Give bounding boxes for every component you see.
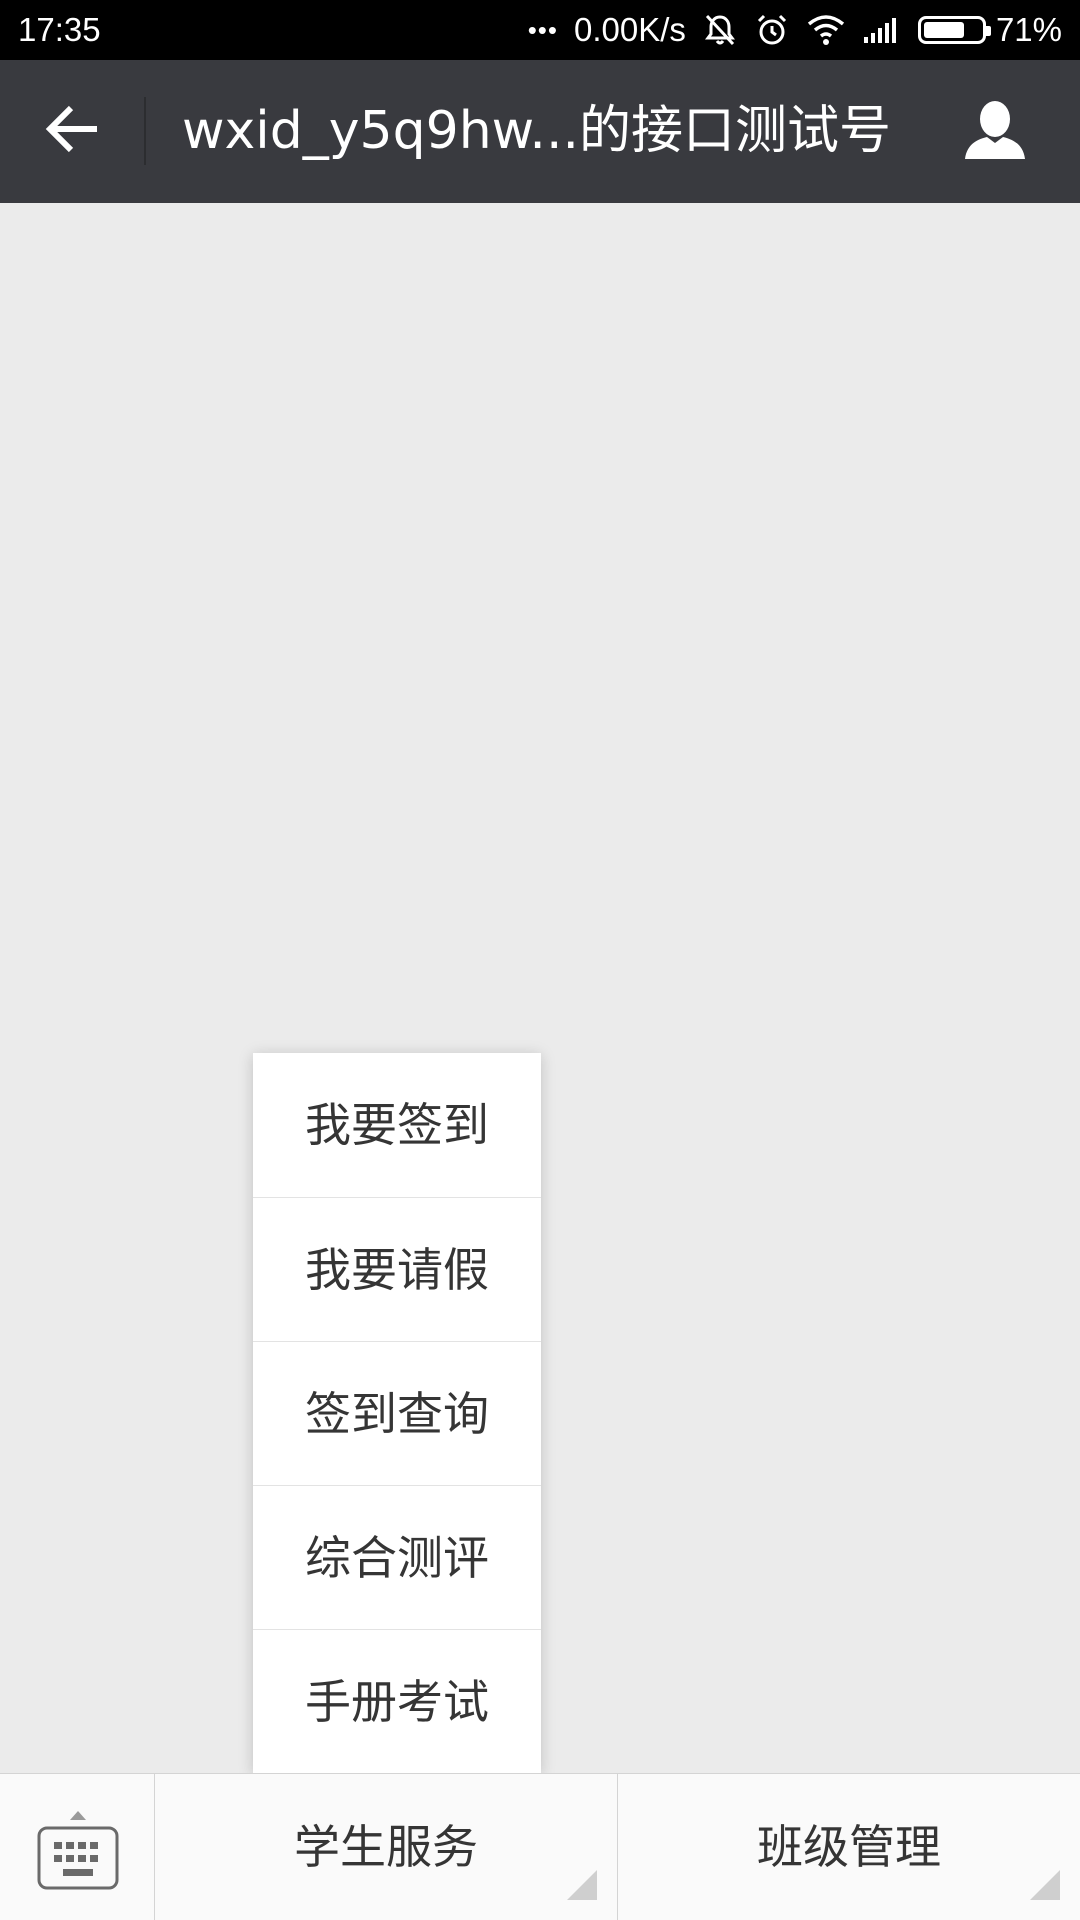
tab-class-management[interactable]: 班级管理 bbox=[618, 1774, 1080, 1920]
status-icons: ••• 0.00K/s 71% bbox=[528, 11, 1062, 49]
menu-item-evaluation[interactable]: 综合测评 bbox=[253, 1485, 541, 1629]
battery-fill bbox=[923, 22, 964, 38]
battery-percent: 71% bbox=[995, 11, 1062, 48]
keyboard-icon bbox=[37, 1826, 119, 1894]
bottom-menu-bar: 学生服务 班级管理 bbox=[0, 1773, 1080, 1920]
page-title: wxid_y5q9hw...的接口测试号 bbox=[182, 101, 892, 161]
signal-icon bbox=[862, 15, 902, 45]
alarm-icon bbox=[754, 12, 790, 48]
submenu-indicator-icon bbox=[1030, 1870, 1060, 1900]
title-bar: wxid_y5q9hw...的接口测试号 bbox=[0, 60, 1080, 203]
profile-button[interactable] bbox=[955, 91, 1035, 171]
keyboard-toggle-button[interactable] bbox=[0, 1774, 155, 1920]
person-icon bbox=[963, 97, 1027, 165]
popup-menu: 我要签到 我要请假 签到查询 综合测评 手册考试 bbox=[253, 1053, 541, 1773]
status-bar: 17:35 ••• 0.00K/s 71% bbox=[0, 0, 1080, 60]
battery-indicator: 71% bbox=[917, 11, 1062, 49]
title-divider bbox=[144, 97, 146, 165]
back-button[interactable] bbox=[30, 91, 115, 171]
tab-label: 班级管理 bbox=[757, 1820, 941, 1874]
battery-icon bbox=[917, 16, 991, 44]
network-speed: 0.00K/s bbox=[574, 11, 686, 48]
caret-up-icon bbox=[68, 1806, 88, 1825]
tab-student-services[interactable]: 学生服务 bbox=[155, 1774, 618, 1920]
status-dots: ••• bbox=[527, 14, 559, 45]
menu-item-sign-in[interactable]: 我要签到 bbox=[253, 1053, 541, 1197]
submenu-indicator-icon bbox=[567, 1870, 597, 1900]
wifi-icon bbox=[806, 13, 846, 47]
menu-item-sign-in-query[interactable]: 签到查询 bbox=[253, 1341, 541, 1485]
mute-bell-icon bbox=[702, 12, 738, 48]
status-time: 17:35 bbox=[18, 11, 101, 48]
tab-label: 学生服务 bbox=[294, 1820, 478, 1874]
menu-item-leave-request[interactable]: 我要请假 bbox=[253, 1197, 541, 1341]
menu-item-handbook-exam[interactable]: 手册考试 bbox=[253, 1629, 541, 1773]
arrow-left-icon bbox=[45, 104, 101, 158]
